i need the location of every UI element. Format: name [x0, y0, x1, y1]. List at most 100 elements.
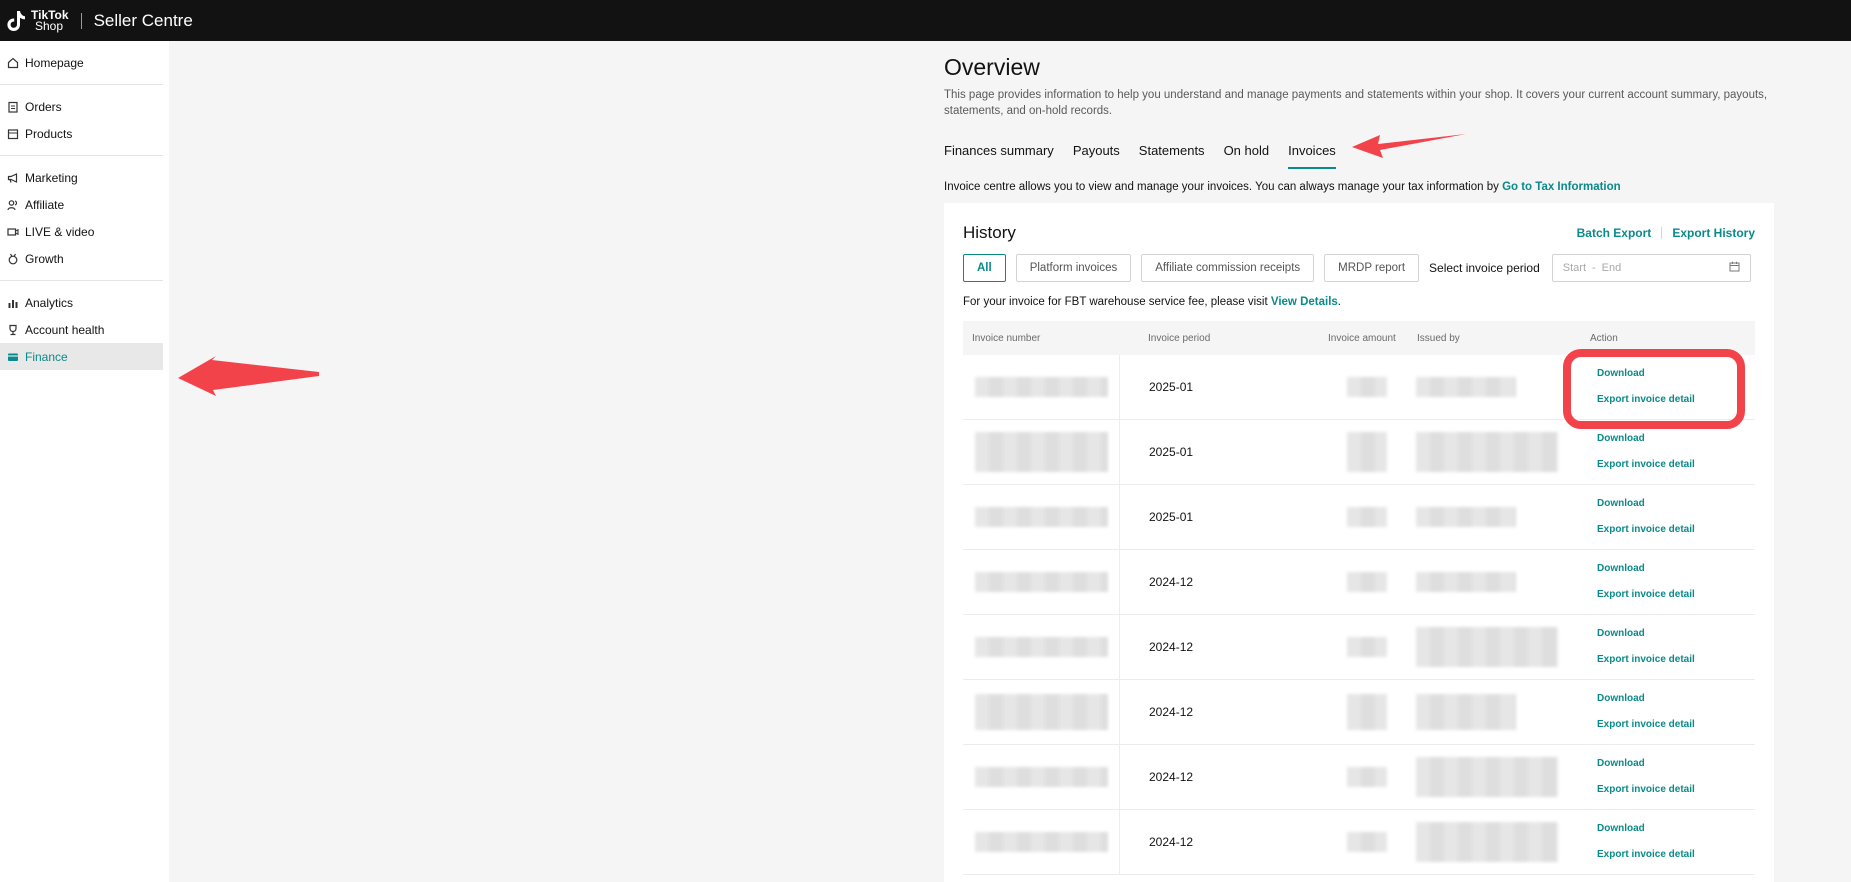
batch-export-button[interactable]: Batch Export	[1577, 226, 1652, 240]
top-bar: TikTok Shop Seller Centre	[0, 0, 1851, 41]
row-actions: Download Export invoice detail	[1581, 758, 1755, 796]
date-range-dash: -	[1592, 262, 1596, 274]
invoice-info-text: Invoice centre allows you to view and ma…	[944, 181, 1503, 193]
app-title: Seller Centre	[93, 10, 193, 30]
download-button[interactable]: Download	[1597, 823, 1755, 835]
download-button[interactable]: Download	[1597, 563, 1755, 575]
export-history-button[interactable]: Export History	[1672, 226, 1755, 240]
users-icon	[6, 198, 19, 211]
nav-group-commerce: Orders Products	[0, 85, 163, 156]
column-header-invoice-number: Invoice number	[972, 332, 1041, 344]
nav-group-account: Analytics Account health Finance	[0, 281, 163, 378]
view-details-link[interactable]: View Details	[1271, 296, 1338, 308]
tab-payouts[interactable]: Payouts	[1073, 143, 1120, 169]
sidebar-item-marketing[interactable]: Marketing	[0, 164, 163, 191]
sidebar-item-label: Products	[25, 126, 73, 141]
history-header: History Batch Export Export History	[963, 223, 1755, 243]
redacted-issued-by	[1416, 627, 1558, 667]
tax-information-link[interactable]: Go to Tax Information	[1502, 181, 1621, 193]
logo-text: TikTok Shop	[31, 9, 69, 32]
export-invoice-detail-button[interactable]: Export invoice detail	[1597, 654, 1755, 666]
redacted-invoice-amount	[1347, 767, 1387, 787]
invoice-period-cell: 2025-01	[1119, 354, 1319, 420]
redacted-invoice-amount	[1347, 832, 1387, 852]
redacted-issued-by	[1416, 822, 1558, 862]
redacted-issued-by	[1416, 757, 1558, 797]
redacted-issued-by	[1416, 572, 1516, 592]
sidebar-item-label: Homepage	[25, 55, 84, 70]
export-invoice-detail-button[interactable]: Export invoice detail	[1597, 524, 1755, 536]
export-invoice-detail-button[interactable]: Export invoice detail	[1597, 589, 1755, 601]
calendar-icon	[1729, 261, 1740, 275]
medal-icon	[6, 252, 19, 265]
filter-platform-invoices[interactable]: Platform invoices	[1015, 254, 1132, 282]
sidebar-item-live-video[interactable]: LIVE & video	[0, 218, 163, 245]
history-card: History Batch Export Export History All …	[944, 203, 1774, 882]
tab-finances-summary[interactable]: Finances summary	[944, 143, 1054, 169]
sidebar-item-label: Affiliate	[25, 197, 65, 212]
download-button[interactable]: Download	[1597, 628, 1755, 640]
redacted-invoice-number	[975, 572, 1108, 592]
redacted-invoice-number	[975, 767, 1108, 787]
tab-invoices[interactable]: Invoices	[1288, 143, 1336, 169]
row-actions: Download Export invoice detail	[1581, 693, 1755, 731]
sidebar-item-account-health[interactable]: Account health	[0, 316, 163, 343]
export-invoice-detail-button[interactable]: Export invoice detail	[1597, 849, 1755, 861]
export-invoice-detail-button[interactable]: Export invoice detail	[1597, 459, 1755, 471]
download-button[interactable]: Download	[1597, 498, 1755, 510]
download-button[interactable]: Download	[1597, 693, 1755, 705]
sidebar-item-analytics[interactable]: Analytics	[0, 289, 163, 316]
invoice-period-cell: 2025-01	[1119, 484, 1319, 550]
redacted-invoice-amount	[1347, 637, 1387, 657]
tab-statements[interactable]: Statements	[1139, 143, 1205, 169]
invoice-info-line: Invoice centre allows you to view and ma…	[944, 181, 1774, 193]
redacted-invoice-number	[975, 832, 1108, 852]
row-actions: Download Export invoice detail	[1581, 498, 1755, 536]
home-icon	[6, 56, 19, 69]
sidebar-item-label: LIVE & video	[25, 224, 95, 239]
clipboard-icon	[6, 100, 19, 113]
export-invoice-detail-button[interactable]: Export invoice detail	[1597, 719, 1755, 731]
main-content: Overview This page provides information …	[944, 41, 1774, 882]
row-actions: Download Export invoice detail	[1581, 563, 1755, 601]
box-icon	[6, 127, 19, 140]
download-button[interactable]: Download	[1597, 433, 1755, 445]
download-button[interactable]: Download	[1597, 758, 1755, 770]
sidebar-item-products[interactable]: Products	[0, 120, 163, 147]
row-actions: Download Export invoice detail	[1581, 628, 1755, 666]
sidebar-item-finance[interactable]: Finance	[0, 343, 163, 370]
sidebar-item-label: Growth	[25, 251, 64, 266]
row-actions: Download Export invoice detail	[1581, 823, 1755, 861]
sidebar-item-orders[interactable]: Orders	[0, 93, 163, 120]
nav-group-growth: Marketing Affiliate LIVE & video Growth	[0, 156, 163, 281]
fbt-notice: For your invoice for FBT warehouse servi…	[963, 296, 1755, 308]
invoice-period-cell: 2024-12	[1119, 614, 1319, 680]
sidebar-item-label: Orders	[25, 99, 62, 114]
filter-all[interactable]: All	[963, 254, 1006, 282]
redacted-issued-by	[1416, 377, 1516, 397]
redacted-invoice-amount	[1347, 507, 1387, 527]
sidebar-item-affiliate[interactable]: Affiliate	[0, 191, 163, 218]
export-invoice-detail-button[interactable]: Export invoice detail	[1597, 784, 1755, 796]
tiktok-shop-logo[interactable]: TikTok Shop	[5, 9, 69, 33]
nav-group-home: Homepage	[0, 41, 163, 85]
sidebar-item-label: Account health	[25, 322, 105, 337]
column-header-invoice-amount: Invoice amount	[1328, 332, 1396, 344]
row-actions: Download Export invoice detail	[1581, 433, 1755, 471]
table-row: 2024-12 Download Export invoice detail	[963, 614, 1755, 680]
table-row: 2025-01 Download Export invoice detail	[963, 484, 1755, 550]
sidebar-item-homepage[interactable]: Homepage	[0, 49, 163, 76]
invoice-period-cell: 2025-01	[1119, 419, 1319, 485]
bar-chart-icon	[6, 296, 19, 309]
fbt-notice-end: .	[1337, 296, 1341, 308]
invoice-period-cell: 2024-12	[1119, 549, 1319, 615]
filter-affiliate-commission-receipts[interactable]: Affiliate commission receipts	[1141, 254, 1315, 282]
sidebar-item-growth[interactable]: Growth	[0, 245, 163, 272]
fbt-notice-text: For your invoice for FBT warehouse servi…	[963, 296, 1271, 308]
tab-on-hold[interactable]: On hold	[1224, 143, 1270, 169]
filter-mrdp-report[interactable]: MRDP report	[1324, 254, 1420, 282]
invoice-period-picker[interactable]: Start - End	[1551, 254, 1751, 282]
invoice-period-cell: 2024-12	[1119, 809, 1319, 875]
redacted-invoice-number	[975, 637, 1108, 657]
redacted-invoice-number	[975, 377, 1108, 397]
